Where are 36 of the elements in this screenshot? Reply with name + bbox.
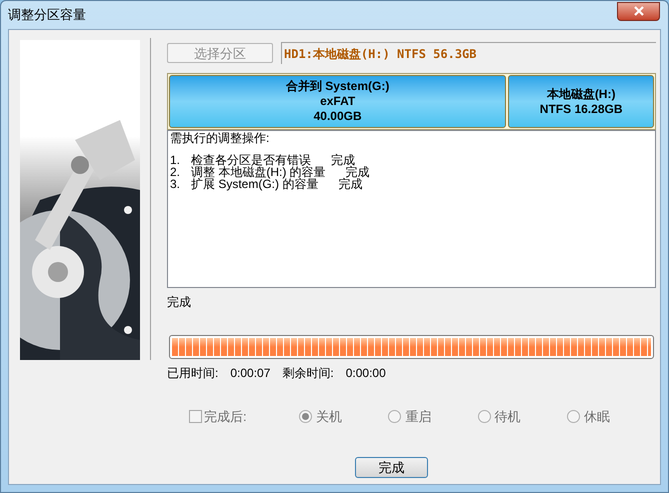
status-text: 完成 [167,294,191,311]
step-text: 调整 本地磁盘(H:) 的容量 [190,166,326,178]
radio-button[interactable] [299,410,312,424]
step-status: 完成 [346,166,370,178]
radio-label: 待机 [494,408,520,426]
step-status: 完成 [337,178,362,190]
step-number: 1. [170,154,182,166]
close-button[interactable] [617,2,660,20]
partition-block[interactable]: 合并到 System(G:) exFAT 40.00GB [169,75,506,128]
radio-label: 关机 [316,408,342,426]
remaining-label: 剩余时间: [282,365,334,382]
radio-button[interactable] [388,410,402,424]
step-number: 3. [170,178,182,190]
radio-label: 休眠 [584,408,610,426]
close-icon [634,6,644,16]
window-title: 调整分区容量 [8,6,86,24]
step-number: 2. [170,166,182,178]
checkbox-label: 完成后: [204,408,247,426]
finish-button[interactable]: 完成 [355,456,428,478]
partition-text: 40.00GB [314,109,362,124]
log-heading: 需执行的调整操作: [170,132,270,144]
elapsed-value: 0:00:07 [230,365,270,382]
remaining-value: 0:00:00 [346,365,386,382]
partition-text: exFAT [320,94,356,109]
partition-block[interactable]: 本地磁盘(H:) NTFS 16.28GB [508,75,654,128]
radio-button[interactable] [478,410,490,424]
partition-text: 合并到 System(G:) [286,79,390,94]
disk-field: HD1:本地磁盘(H:) NTFS 56.3GB [281,42,656,64]
elapsed-label: 已用时间: [167,365,218,382]
radio-button[interactable] [566,410,580,424]
partition-text: NTFS 16.28GB [540,102,622,116]
step-text: 检查各分区是否有错误 [190,154,311,166]
radio-label: 重启 [405,408,432,426]
partition-text: 本地磁盘(H:) [546,86,616,102]
step-status: 完成 [330,154,355,166]
step-text: 扩展 System(G:) 的容量 [190,178,318,190]
